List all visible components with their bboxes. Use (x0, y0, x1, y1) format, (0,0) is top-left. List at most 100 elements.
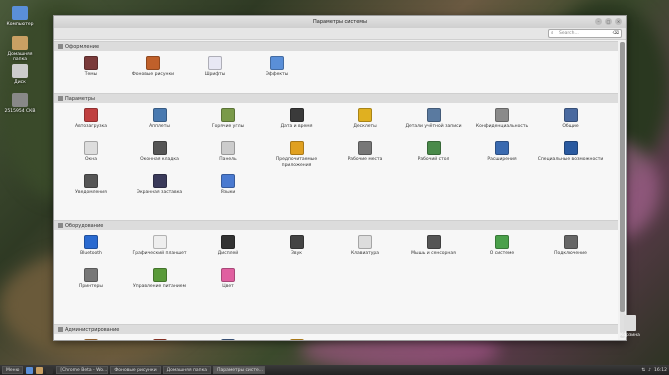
settings-item-label: Панель (219, 157, 237, 162)
settings-item[interactable]: Общие (536, 108, 606, 130)
settings-item[interactable]: Эффекты (242, 56, 312, 78)
settings-item-icon (84, 108, 98, 122)
settings-item[interactable]: Рабочие места (330, 141, 400, 163)
taskbar-task[interactable]: Фоновые рисунки (110, 366, 161, 374)
settings-item[interactable]: Автозагрузка (56, 108, 126, 130)
settings-item[interactable]: Графический планшет (125, 235, 195, 257)
trash-desktop-icon[interactable]: Корзина (620, 315, 640, 338)
settings-item-icon (358, 108, 372, 122)
settings-item[interactable]: Предпочитаемые приложения (262, 141, 332, 168)
section-body: Автозагрузка Апплеты Горячие углы Дата и вр… (54, 103, 618, 220)
settings-item-label: Эффекты (265, 72, 289, 77)
settings-item[interactable]: Расширения (467, 141, 537, 163)
launcher-icon[interactable] (46, 366, 54, 374)
desktop-icon[interactable]: Диск (2, 64, 38, 85)
settings-item[interactable]: Экранная заставка (125, 174, 195, 196)
settings-item[interactable]: О системе (467, 235, 537, 257)
settings-item[interactable]: Окна (56, 141, 126, 163)
volume-icon[interactable]: ♪ (648, 368, 651, 373)
settings-item[interactable]: Подключение (536, 235, 606, 257)
settings-item[interactable]: Уведомления (56, 174, 126, 196)
settings-item[interactable]: Специальные возможности (536, 141, 606, 163)
settings-item-label: Автозагрузка (74, 124, 107, 129)
settings-item[interactable]: Конфиденциальность (467, 108, 537, 130)
settings-item-label: Окна (85, 157, 97, 162)
settings-item-icon (152, 235, 167, 249)
settings-item[interactable]: Фоновые рисунки (118, 56, 188, 78)
settings-item[interactable]: Десклеты (330, 108, 400, 130)
desktop-icon[interactable]: Компьютер (2, 6, 38, 27)
close-button[interactable]: × (615, 18, 622, 25)
settings-item[interactable]: Мышь и сенсорная (399, 235, 469, 257)
scrollbar[interactable] (620, 42, 625, 338)
settings-item-icon (221, 235, 235, 249)
settings-content: Оформление Темы Фоновые рисунки Шрифты Эффек… (54, 41, 618, 340)
settings-item-label: Расширения (487, 157, 517, 162)
clear-icon[interactable]: ⌫ (613, 30, 619, 37)
desktop-icon-label: Диск (14, 80, 26, 85)
settings-item[interactable]: Цвет (193, 268, 263, 290)
settings-item[interactable]: Языки (193, 174, 263, 196)
settings-window: Параметры системы – □ × ⌕ Search... ⌫ Оф… (53, 15, 627, 341)
settings-item[interactable]: Темы (56, 56, 126, 78)
settings-item-label: Детали учётной записи (405, 124, 462, 129)
section-title: Администрирование (65, 327, 120, 333)
settings-item[interactable]: Горячие углы (193, 108, 263, 130)
settings-item[interactable] (262, 339, 332, 340)
settings-item-icon (221, 268, 235, 282)
settings-item[interactable]: Звук (262, 235, 332, 257)
settings-item-icon (152, 174, 167, 188)
menu-button[interactable]: Меню (2, 366, 24, 374)
launcher-icon[interactable] (26, 366, 34, 374)
settings-item-icon (84, 141, 98, 155)
settings-item[interactable]: Клавиатура (330, 235, 400, 257)
taskbar-task[interactable]: Домашняя папка (162, 366, 212, 374)
settings-item[interactable]: Bluetooth (56, 235, 126, 257)
settings-item[interactable]: Шрифты (180, 56, 250, 78)
taskbar-task[interactable]: Параметры систе... (213, 366, 266, 374)
settings-item-label: Дисплей (217, 251, 239, 256)
search-input[interactable]: ⌕ Search... ⌫ (548, 29, 622, 38)
settings-item-label: Мышь и сенсорная (411, 251, 456, 256)
settings-item[interactable]: Дисплей (193, 235, 263, 257)
network-icon[interactable]: ⇅ (641, 368, 645, 373)
trash-label: Корзина (620, 333, 640, 338)
settings-item[interactable]: Дата и время (262, 108, 332, 130)
settings-item[interactable] (125, 339, 195, 340)
settings-item-icon (358, 235, 372, 249)
settings-item-icon (152, 268, 167, 282)
window-title: Параметры системы (313, 19, 367, 25)
settings-item[interactable]: Принтеры (56, 268, 126, 290)
maximize-button[interactable]: □ (605, 18, 612, 25)
settings-item-label: Оконная кладка (140, 157, 179, 162)
settings-item[interactable]: Рабочий стол (399, 141, 469, 163)
settings-item[interactable]: Оконная кладка (125, 141, 195, 163)
settings-item-icon (358, 141, 372, 155)
launcher-icon[interactable] (36, 366, 44, 374)
desktop-icon[interactable]: 2515954 СКВ (2, 93, 38, 114)
settings-item-icon (152, 108, 167, 122)
settings-item-icon (495, 235, 509, 249)
section-icon (58, 223, 63, 228)
section-icon (58, 44, 63, 49)
settings-item-icon (84, 174, 98, 188)
settings-item-icon (208, 56, 222, 70)
scrollbar-thumb[interactable] (620, 42, 625, 312)
minimize-button[interactable]: – (595, 18, 602, 25)
settings-item-icon (221, 108, 235, 122)
trash-icon (624, 315, 636, 331)
settings-item[interactable]: Апплеты (125, 108, 195, 130)
section-body: Bluetooth Графический планшет Дисплей Звук К… (54, 230, 618, 324)
settings-item[interactable]: Управление питанием (125, 268, 195, 290)
desktop-icon[interactable]: Домашняя папка (2, 36, 38, 62)
settings-item-label: Конфиденциальность (475, 124, 529, 129)
settings-item[interactable] (56, 339, 126, 340)
taskbar-task[interactable]: [Chrome Beta - Wo... (56, 366, 109, 374)
settings-item-icon (563, 235, 578, 249)
settings-item[interactable]: Детали учётной записи (399, 108, 469, 130)
settings-item[interactable] (193, 339, 263, 340)
clock[interactable]: 16:12 (654, 368, 667, 373)
section-header: Параметры (54, 93, 618, 103)
section-title: Оборудование (65, 223, 104, 229)
settings-item[interactable]: Панель (193, 141, 263, 163)
